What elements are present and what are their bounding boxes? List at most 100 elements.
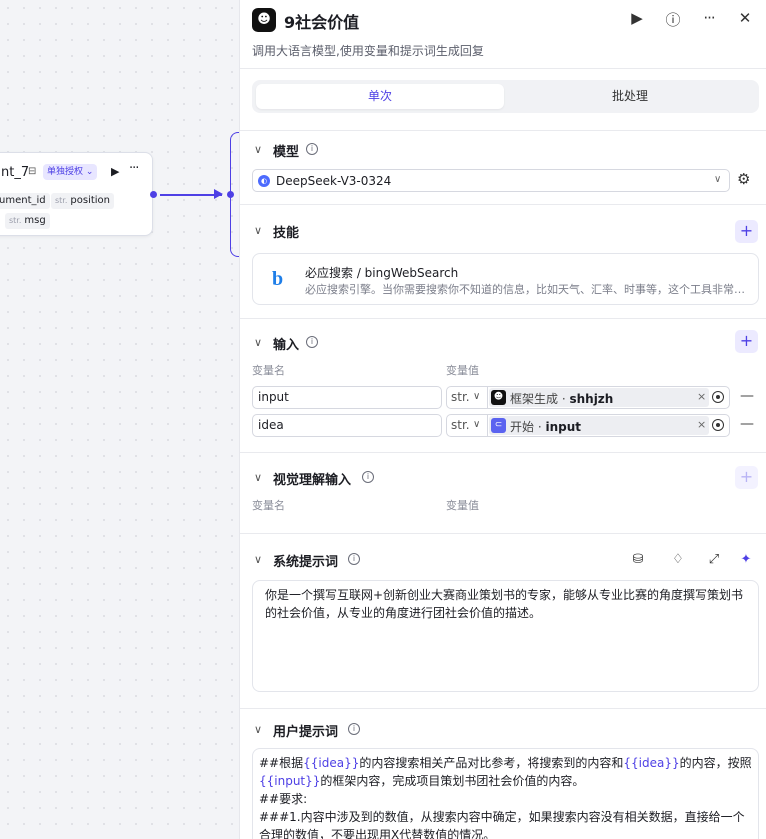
user-prompt-editor[interactable]: ##根据{{idea}}的内容搜索相关产品对比参考，将搜索到的内容和{{idea…: [252, 748, 759, 839]
info-icon[interactable]: i: [362, 471, 374, 483]
variable-reference-tag[interactable]: ☻ 框架生成 · shhjzh ×: [489, 388, 709, 407]
skill-name: 必应搜索 / bingWebSearch: [305, 266, 459, 280]
divider: [487, 415, 488, 436]
divider: [240, 204, 766, 205]
clear-icon[interactable]: ×: [697, 390, 706, 403]
input-var-value-field[interactable]: str. ∨ ☻ 框架生成 · shhjzh ×: [446, 386, 730, 409]
deepseek-logo-icon: ◐: [258, 175, 270, 187]
auth-badge[interactable]: 单独授权 ⌄: [43, 164, 98, 180]
column-header-name: 变量名: [252, 364, 285, 377]
skill-description: 必应搜索引擎。当你需要搜索你不知道的信息，比如天气、汇率、时事等，这个工具非常有…: [305, 283, 745, 296]
section-title-model: 模型: [273, 145, 300, 160]
tab-single[interactable]: 单次: [256, 84, 504, 109]
skill-card[interactable]: b 必应搜索 / bingWebSearch 必应搜索引擎。当你需要搜索你不知道…: [252, 253, 759, 305]
variable-reference: {{idea}}: [303, 756, 360, 770]
type-label[interactable]: str.: [451, 390, 470, 404]
help-icon[interactable]: ⓘ: [662, 9, 684, 30]
chevron-down-icon[interactable]: ∨: [254, 336, 262, 349]
divider: [240, 533, 766, 534]
close-icon[interactable]: ✕: [734, 9, 756, 27]
add-input-button[interactable]: +: [735, 330, 758, 353]
input-var-name-field[interactable]: idea: [252, 414, 442, 437]
remove-input-button[interactable]: —: [740, 416, 754, 432]
panel-description: 调用大语言模型,使用变量和提示词生成回复: [252, 44, 484, 58]
section-title-system-prompt: 系统提示词: [273, 555, 339, 570]
expand-icon[interactable]: ⤢: [706, 552, 722, 567]
section-title-vision: 视觉理解输入: [273, 473, 352, 488]
node-output-port[interactable]: [150, 191, 157, 198]
system-prompt-text: 你是一个撰写互联网+创新创业大赛商业策划书的专家，能够从专业比赛的角度撰写策划书…: [265, 588, 744, 620]
node-var-tag: ument_id: [0, 193, 50, 209]
section-title-inputs: 输入: [273, 338, 300, 353]
reference-picker-icon[interactable]: [712, 419, 724, 431]
edge-arrow-icon: [214, 189, 223, 199]
column-header-value: 变量值: [446, 499, 479, 512]
add-vision-input-button[interactable]: +: [735, 466, 758, 489]
gear-icon[interactable]: ⚙: [737, 170, 750, 188]
divider: [240, 452, 766, 453]
more-icon[interactable]: ···: [698, 9, 720, 27]
divider: [240, 68, 766, 69]
chevron-down-icon[interactable]: ∨: [473, 391, 480, 402]
ref-variable: input: [545, 420, 581, 434]
divider: [240, 130, 766, 131]
play-icon[interactable]: ▶: [111, 165, 119, 178]
chevron-down-icon: ∨: [714, 174, 722, 185]
variable-reference: {{idea}}: [623, 756, 680, 770]
start-node-icon: ⊂: [491, 418, 506, 433]
connection-edge[interactable]: [160, 194, 222, 196]
workflow-node[interactable]: nt_7 ⊟ 单独授权 ⌄ ▶ ··· ument_id str. positio…: [0, 152, 153, 236]
ai-optimize-icon[interactable]: ✦: [738, 552, 754, 567]
info-icon[interactable]: i: [348, 553, 360, 565]
column-header-name: 变量名: [252, 499, 285, 512]
ref-source: 开始: [510, 420, 535, 434]
input-var-value-field[interactable]: str. ∨ ⊂ 开始 · input ×: [446, 414, 730, 437]
node-var-tag: str. position: [51, 193, 115, 209]
llm-node-icon: ☻: [252, 8, 276, 32]
lightbulb-icon[interactable]: ♢: [670, 552, 686, 567]
node-title: nt_7: [1, 165, 30, 180]
node-input-port[interactable]: [227, 191, 234, 198]
panel-title[interactable]: 9社会价值: [284, 9, 359, 33]
chevron-down-icon[interactable]: ∨: [254, 224, 262, 237]
more-icon[interactable]: ···: [129, 161, 139, 176]
clear-icon[interactable]: ×: [697, 418, 706, 431]
user-prompt-text: ##根据{{idea}}的内容搜索相关产品对比参考，将搜索到的内容和{{idea…: [259, 756, 752, 839]
chevron-down-icon[interactable]: ∨: [473, 419, 480, 430]
info-icon[interactable]: i: [306, 143, 318, 155]
ref-variable: shhjzh: [569, 392, 614, 406]
input-var-name-field[interactable]: input: [252, 386, 442, 409]
section-title-user-prompt: 用户提示词: [273, 725, 339, 740]
llm-node-icon: ☻: [491, 390, 506, 405]
variable-reference: {{input}}: [259, 774, 321, 788]
remove-input-button[interactable]: —: [740, 388, 754, 404]
variable-reference-tag[interactable]: ⊂ 开始 · input ×: [489, 416, 709, 435]
model-select[interactable]: ◐ DeepSeek-V3-0324 ∨: [252, 169, 730, 192]
chevron-down-icon[interactable]: ∨: [254, 723, 262, 736]
system-prompt-editor[interactable]: 你是一个撰写互联网+创新创业大赛商业策划书的专家，能够从专业比赛的角度撰写策划书…: [252, 580, 759, 692]
column-header-value: 变量值: [446, 364, 479, 377]
workflow-canvas[interactable]: [0, 0, 240, 839]
divider: [240, 318, 766, 319]
divider: [240, 708, 766, 709]
divider: [487, 387, 488, 408]
chevron-down-icon[interactable]: ∨: [254, 143, 262, 156]
type-label[interactable]: str.: [451, 418, 470, 432]
mode-tabs: 单次 批处理: [252, 80, 759, 113]
ref-source: 框架生成: [510, 392, 559, 406]
info-icon[interactable]: i: [306, 336, 318, 348]
node-var-tag: str. msg: [5, 213, 50, 229]
tab-batch[interactable]: 批处理: [506, 84, 754, 109]
node-config-panel: ☻ 9社会价值 ▶ ⓘ ··· ✕ 调用大语言模型,使用变量和提示词生成回复 单…: [239, 0, 766, 839]
section-title-skills: 技能: [273, 226, 300, 241]
add-skill-button[interactable]: +: [735, 220, 758, 243]
model-name: DeepSeek-V3-0324: [276, 174, 392, 188]
prompt-library-icon[interactable]: ⛁: [630, 552, 646, 567]
run-icon[interactable]: ▶: [626, 9, 648, 27]
bing-logo-icon: b: [272, 268, 284, 290]
chevron-down-icon[interactable]: ∨: [254, 471, 262, 484]
reference-picker-icon[interactable]: [712, 391, 724, 403]
info-icon[interactable]: i: [348, 723, 360, 735]
lock-icon: ⊟: [28, 166, 37, 177]
chevron-down-icon[interactable]: ∨: [254, 553, 262, 566]
